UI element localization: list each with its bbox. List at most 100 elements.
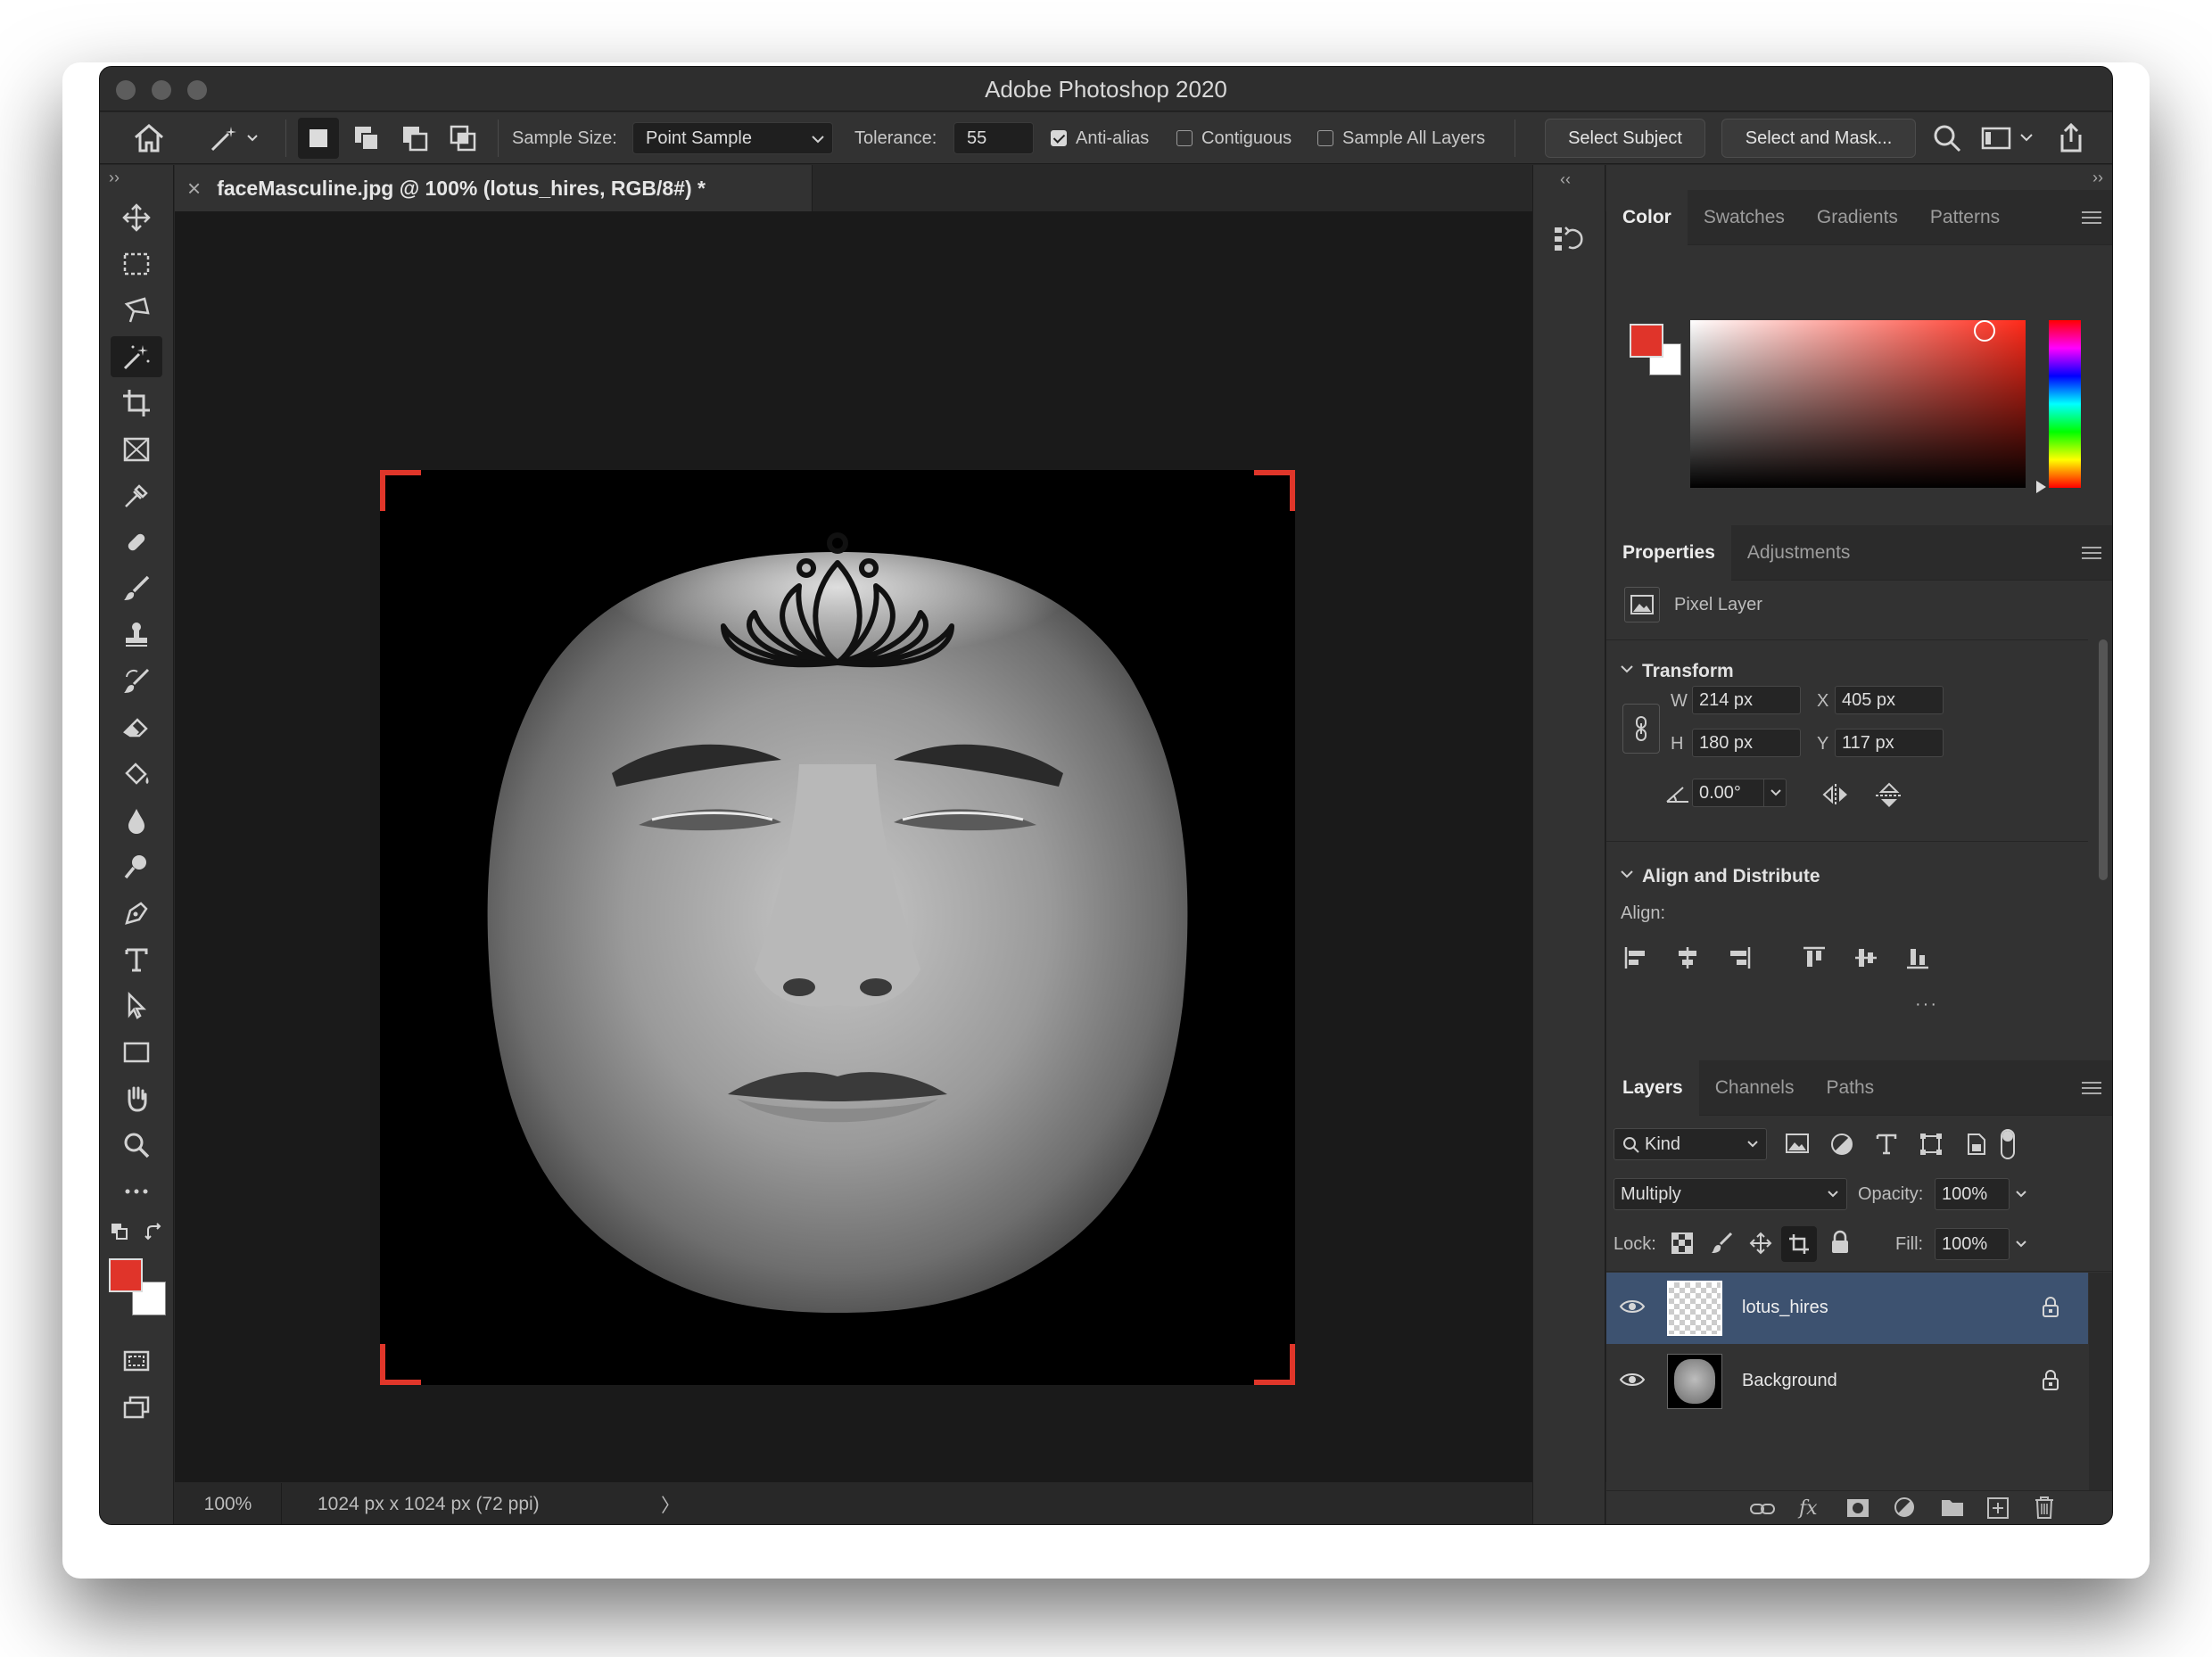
color-picker-marker[interactable] (1974, 320, 1995, 342)
tab-adjustments[interactable]: Adjustments (1731, 525, 1867, 581)
healing-brush-tool-icon[interactable] (111, 522, 162, 563)
intersect-selection-icon[interactable] (448, 112, 478, 164)
tolerance-input[interactable]: 55 (953, 122, 1034, 154)
link-dimensions-icon[interactable] (1622, 704, 1660, 754)
lock-position-icon[interactable] (1749, 1232, 1772, 1259)
workspace-icon[interactable] (1980, 112, 2039, 164)
transform-chevron-icon[interactable] (1619, 661, 1635, 681)
width-input[interactable]: 214 px (1692, 686, 1801, 714)
blend-mode-select[interactable]: Multiply (1614, 1178, 1847, 1210)
layer-style-icon[interactable]: fx (1797, 1495, 1824, 1524)
foreground-color-swatch[interactable] (109, 1258, 143, 1292)
lock-all-icon[interactable] (1829, 1230, 1851, 1259)
filter-smart-object-icon[interactable] (1963, 1132, 1988, 1161)
canvas-area[interactable] (175, 211, 1629, 1482)
filter-type-icon[interactable] (1874, 1132, 1899, 1161)
align-horizontal-center-icon[interactable] (1674, 944, 1701, 976)
flip-vertical-icon[interactable] (1874, 782, 1904, 813)
sample-all-layers-option[interactable]: Sample All Layers (1317, 112, 1485, 164)
add-mask-icon[interactable] (1845, 1496, 1870, 1524)
align-top-icon[interactable] (1801, 944, 1828, 976)
new-layer-icon[interactable] (1986, 1496, 2010, 1524)
document-info[interactable]: 1024 px x 1024 px (72 ppi) (318, 1494, 540, 1515)
layer-row[interactable]: Background (1606, 1346, 2088, 1417)
tab-paths[interactable]: Paths (1810, 1060, 1890, 1116)
angle-dropdown[interactable] (1763, 779, 1787, 807)
zoom-tool-icon[interactable] (111, 1125, 162, 1166)
select-and-mask-button[interactable]: Select and Mask... (1721, 119, 1916, 158)
blur-tool-icon[interactable] (111, 800, 162, 841)
history-panel-icon[interactable] (1551, 222, 1587, 262)
layer-filter-select[interactable]: Kind (1614, 1128, 1767, 1160)
status-menu-arrow[interactable]: 〉 (661, 1491, 680, 1518)
layers-panel-menu-icon[interactable] (2082, 1082, 2101, 1094)
sample-size-select[interactable]: Point Sample (632, 122, 833, 154)
fill-dropdown[interactable] (2010, 1228, 2033, 1260)
clone-stamp-tool-icon[interactable] (111, 614, 162, 655)
pen-tool-icon[interactable] (111, 893, 162, 934)
type-tool-icon[interactable] (111, 939, 162, 980)
align-bottom-icon[interactable] (1904, 944, 1931, 976)
visibility-eye-icon[interactable] (1619, 1371, 1646, 1393)
strip-collapse[interactable]: ‹‹ (1560, 170, 1571, 189)
properties-scrollbar[interactable] (2099, 639, 2108, 880)
search-icon[interactable] (1932, 112, 1962, 164)
toolbox-collapse[interactable]: ›› (109, 169, 120, 187)
close-tab-icon[interactable]: × (187, 175, 201, 202)
frame-tool-icon[interactable] (111, 429, 162, 470)
contiguous-checkbox[interactable] (1176, 130, 1193, 146)
panels-collapse[interactable]: ›› (2092, 169, 2103, 187)
tab-layers[interactable]: Layers (1606, 1059, 1699, 1116)
magic-wand-tool-icon[interactable] (111, 336, 162, 377)
properties-panel-menu-icon[interactable] (2082, 547, 2101, 559)
more-tools-icon[interactable] (111, 1171, 162, 1212)
align-section-title[interactable]: Align and Distribute (1642, 866, 1820, 887)
align-right-icon[interactable] (1726, 944, 1753, 976)
filter-shape-icon[interactable] (1919, 1132, 1944, 1161)
tab-gradients[interactable]: Gradients (1801, 190, 1914, 245)
transform-handle-bottom-right[interactable] (1254, 1344, 1295, 1385)
default-colors-icon[interactable] (111, 1223, 128, 1245)
lock-pixels-icon[interactable] (1710, 1232, 1733, 1259)
tab-channels[interactable]: Channels (1699, 1060, 1811, 1116)
eraser-tool-icon[interactable] (111, 707, 162, 748)
filter-toggle-icon[interactable] (1999, 1128, 2017, 1165)
swap-colors-icon[interactable] (144, 1223, 164, 1247)
document-tab[interactable]: × faceMasculine.jpg @ 100% (lotus_hires,… (175, 165, 813, 211)
home-icon[interactable] (132, 112, 166, 164)
more-options[interactable]: ··· (1915, 994, 1938, 1015)
paint-bucket-tool-icon[interactable] (111, 754, 162, 795)
filter-pixel-icon[interactable] (1785, 1132, 1810, 1159)
layer-name[interactable]: Background (1742, 1371, 1837, 1391)
subtract-from-selection-icon[interactable] (400, 112, 430, 164)
x-input[interactable]: 405 px (1835, 686, 1944, 714)
transform-handle-bottom-left[interactable] (380, 1344, 421, 1385)
y-input[interactable]: 117 px (1835, 729, 1944, 757)
sample-all-layers-checkbox[interactable] (1317, 130, 1333, 146)
align-vertical-center-icon[interactable] (1853, 944, 1879, 976)
tab-properties[interactable]: Properties (1606, 524, 1731, 581)
layer-row[interactable]: lotus_hires (1606, 1273, 2088, 1344)
transform-section-title[interactable]: Transform (1642, 661, 1734, 682)
zoom-level[interactable]: 100% (175, 1483, 282, 1524)
transform-handle-top-right[interactable] (1254, 470, 1295, 511)
transform-handle-top-left[interactable] (380, 470, 421, 511)
quick-mask-icon[interactable] (111, 1340, 162, 1381)
select-subject-button[interactable]: Select Subject (1545, 119, 1705, 158)
hand-tool-icon[interactable] (111, 1078, 162, 1119)
eyedropper-tool-icon[interactable] (111, 475, 162, 516)
tab-color[interactable]: Color (1606, 189, 1688, 245)
hue-slider-arrow[interactable] (2036, 481, 2046, 493)
history-brush-tool-icon[interactable] (111, 661, 162, 702)
anti-alias-option[interactable]: Anti-alias (1051, 112, 1149, 164)
magic-wand-preset-icon[interactable] (209, 112, 262, 164)
filter-adjustment-icon[interactable] (1829, 1132, 1854, 1161)
contiguous-option[interactable]: Contiguous (1176, 112, 1292, 164)
brush-tool-icon[interactable] (111, 568, 162, 609)
flip-horizontal-icon[interactable] (1820, 782, 1851, 812)
link-layers-icon[interactable] (1749, 1498, 1776, 1524)
lasso-tool-icon[interactable] (111, 290, 162, 331)
new-selection-icon[interactable] (298, 112, 339, 164)
dodge-tool-icon[interactable] (111, 846, 162, 887)
align-left-icon[interactable] (1622, 944, 1649, 976)
